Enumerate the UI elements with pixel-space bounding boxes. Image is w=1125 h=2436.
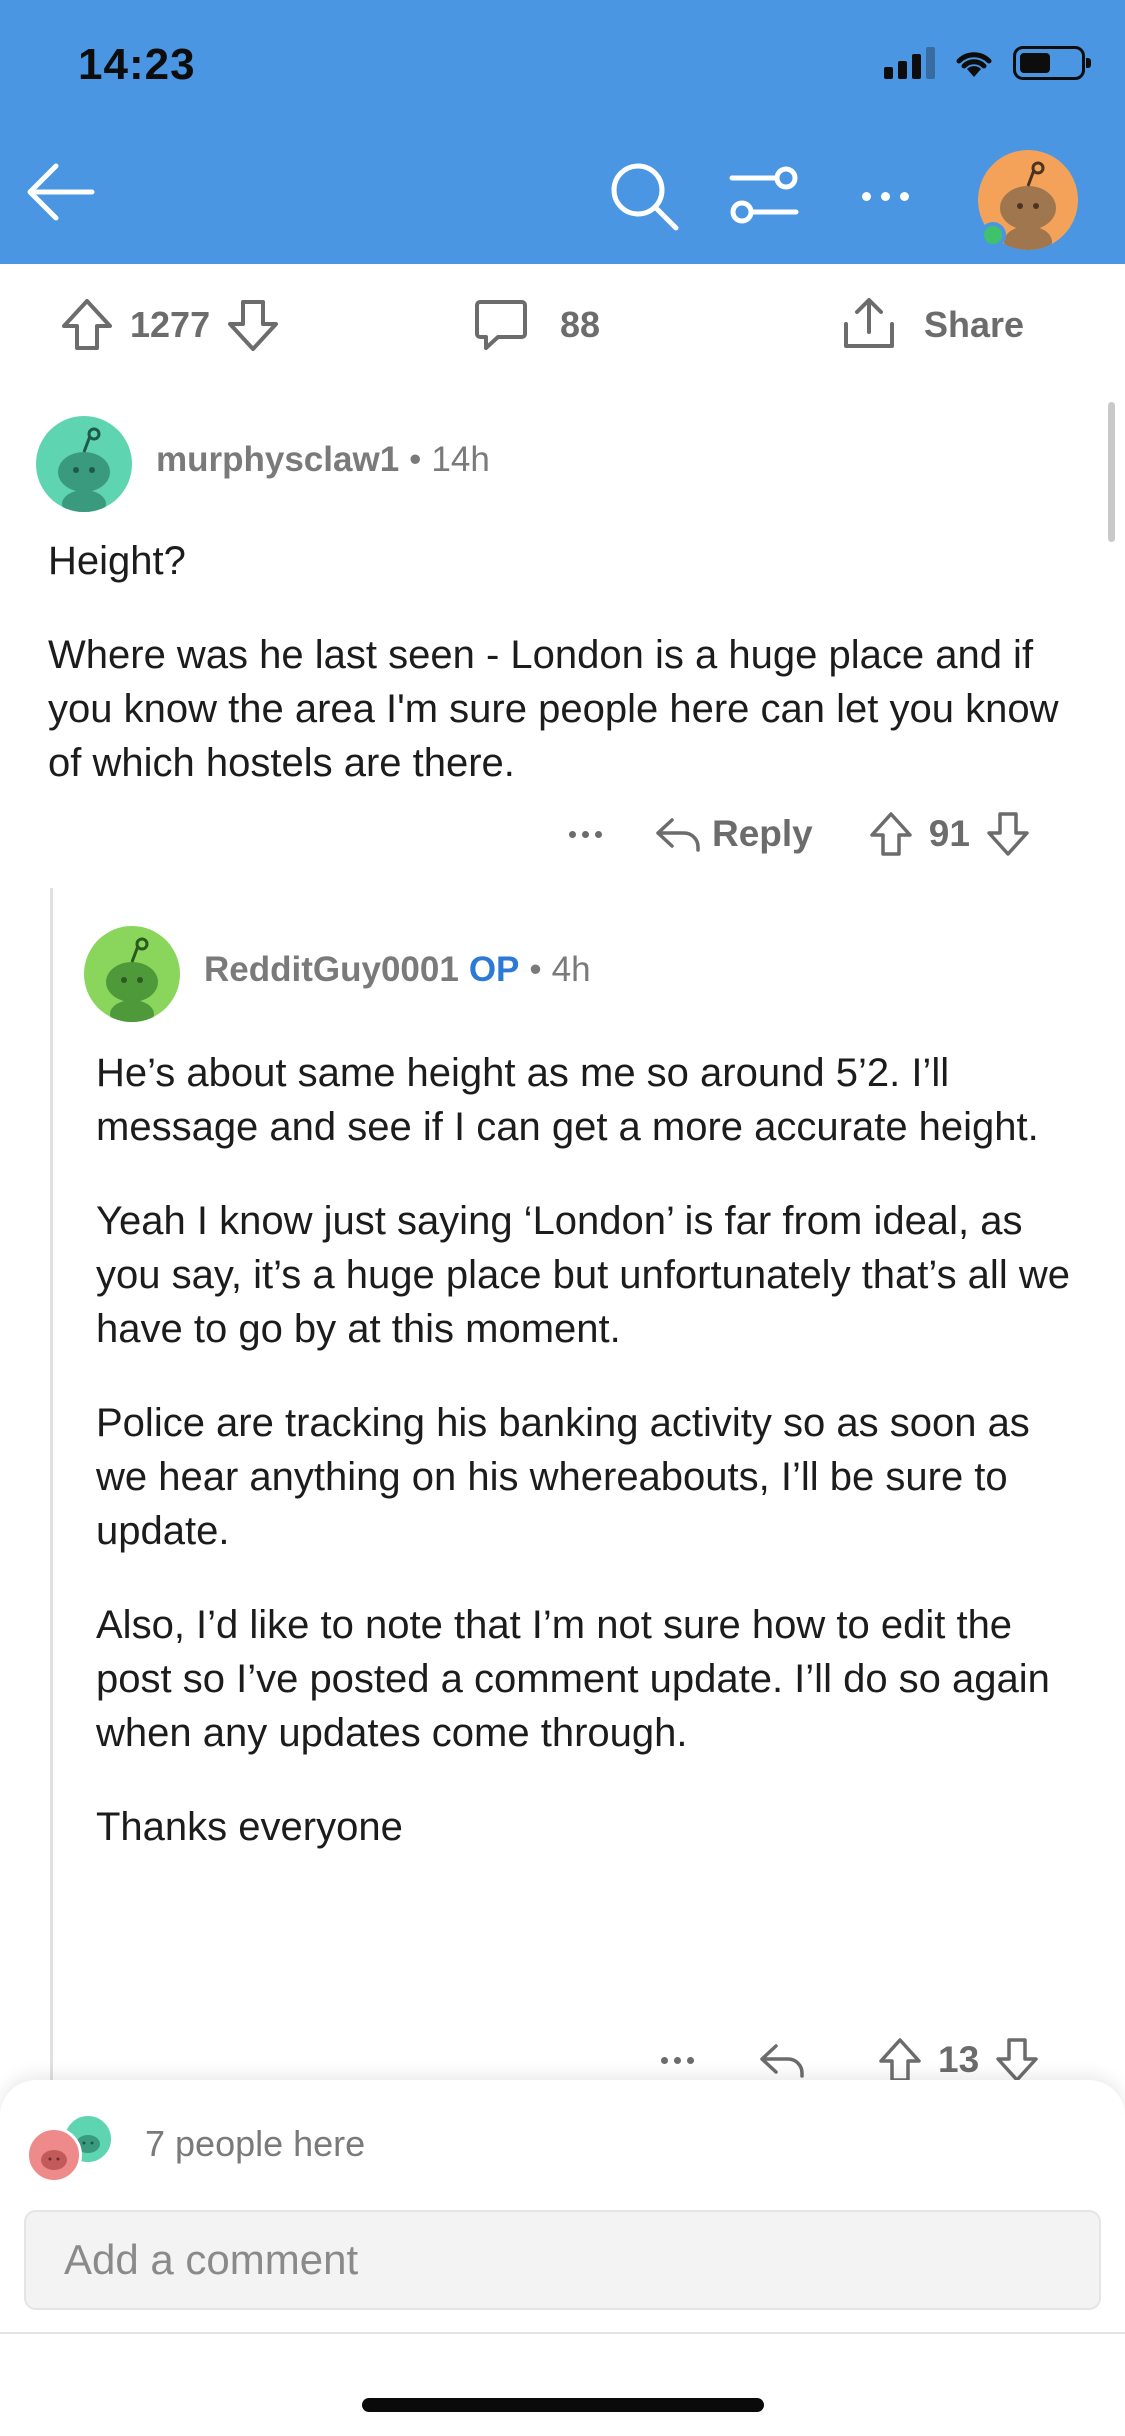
post-upvote-count: 1277 bbox=[130, 304, 211, 345]
post-vote-group: 1277 bbox=[58, 290, 282, 360]
downvote-icon[interactable] bbox=[993, 2036, 1041, 2084]
post-action-bar: 1277 88 Share bbox=[0, 264, 1125, 384]
add-comment-input[interactable]: Add a comment bbox=[24, 2210, 1101, 2310]
upvote-icon[interactable] bbox=[867, 810, 915, 858]
divider bbox=[0, 2332, 1125, 2334]
reply-arrow-icon[interactable] bbox=[758, 2040, 806, 2080]
status-icons bbox=[884, 46, 1091, 80]
wifi-icon bbox=[956, 52, 992, 77]
comment-actions: Reply 91 bbox=[560, 804, 1032, 864]
op-badge: OP bbox=[468, 950, 520, 989]
reply-label: Reply bbox=[712, 813, 813, 854]
share-icon bbox=[844, 298, 894, 348]
comment-placeholder: Add a comment bbox=[64, 2236, 359, 2283]
comment-username[interactable]: murphysclaw1 bbox=[156, 440, 399, 480]
comment-body: He’s about same height as me so around 5… bbox=[96, 1046, 1086, 1894]
commenter-avatar[interactable] bbox=[84, 926, 180, 1022]
comment-meta: RedditGuy0001 OP • 4h bbox=[204, 950, 591, 990]
comment-paragraph: Where was he last seen - London is a hug… bbox=[48, 633, 1059, 785]
people-here-count: 7 people here bbox=[145, 2123, 366, 2164]
reply-button[interactable]: Reply bbox=[654, 813, 813, 855]
online-status-indicator bbox=[980, 222, 1006, 248]
share-button[interactable]: Share bbox=[840, 290, 1024, 360]
upvote-icon[interactable] bbox=[58, 296, 116, 354]
top-app-bar: 14:23 bbox=[0, 0, 1125, 264]
home-indicator[interactable] bbox=[362, 2398, 764, 2412]
comment-body: Height? Where was he last seen - London … bbox=[48, 534, 1088, 830]
active-users-avatars bbox=[26, 2108, 136, 2188]
comment-vote-count: 13 bbox=[938, 2039, 980, 2080]
search-icon[interactable] bbox=[606, 158, 682, 234]
downvote-icon[interactable] bbox=[224, 296, 282, 354]
more-options-icon[interactable] bbox=[850, 176, 920, 216]
comment-timestamp: 14h bbox=[431, 440, 490, 479]
back-arrow-icon[interactable] bbox=[20, 152, 100, 232]
comment-paragraph: Height? bbox=[48, 539, 186, 583]
commenter-avatar[interactable] bbox=[36, 416, 132, 512]
meta-separator: • bbox=[409, 440, 422, 479]
comment-bubble-icon bbox=[475, 300, 527, 350]
comment-paragraph: He’s about same height as me so around 5… bbox=[96, 1051, 1039, 1149]
comment-more-icon[interactable] bbox=[560, 830, 610, 838]
downvote-icon[interactable] bbox=[984, 810, 1032, 858]
upvote-icon[interactable] bbox=[876, 2036, 924, 2084]
active-user-avatar bbox=[26, 2127, 82, 2183]
share-label: Share bbox=[924, 304, 1025, 345]
status-time: 14:23 bbox=[78, 40, 196, 89]
comment-vote-count: 91 bbox=[928, 813, 970, 854]
comment-timestamp: 4h bbox=[551, 950, 591, 989]
scrollbar[interactable] bbox=[1108, 402, 1115, 542]
comment-meta: murphysclaw1 • 14h bbox=[156, 440, 490, 480]
reply-arrow-icon bbox=[656, 818, 700, 852]
sort-filter-icon[interactable] bbox=[726, 162, 802, 232]
battery-icon bbox=[1013, 46, 1091, 80]
comment-more-icon[interactable] bbox=[652, 2056, 702, 2064]
comments-button[interactable]: 88 bbox=[472, 290, 600, 360]
comment-count: 88 bbox=[560, 304, 601, 345]
comment-paragraph: Also, I’d like to note that I’m not sure… bbox=[96, 1603, 1050, 1755]
meta-separator: • bbox=[529, 950, 542, 989]
comment-paragraph: Police are tracking his banking activity… bbox=[96, 1401, 1030, 1553]
comment-username[interactable]: RedditGuy0001 bbox=[204, 950, 459, 990]
comment-paragraph: Yeah I know just saying ‘London’ is far … bbox=[96, 1199, 1070, 1351]
comment-paragraph: Thanks everyone bbox=[96, 1805, 403, 1849]
thread-indent-line[interactable] bbox=[50, 888, 53, 2088]
cellular-signal-icon bbox=[884, 47, 935, 79]
